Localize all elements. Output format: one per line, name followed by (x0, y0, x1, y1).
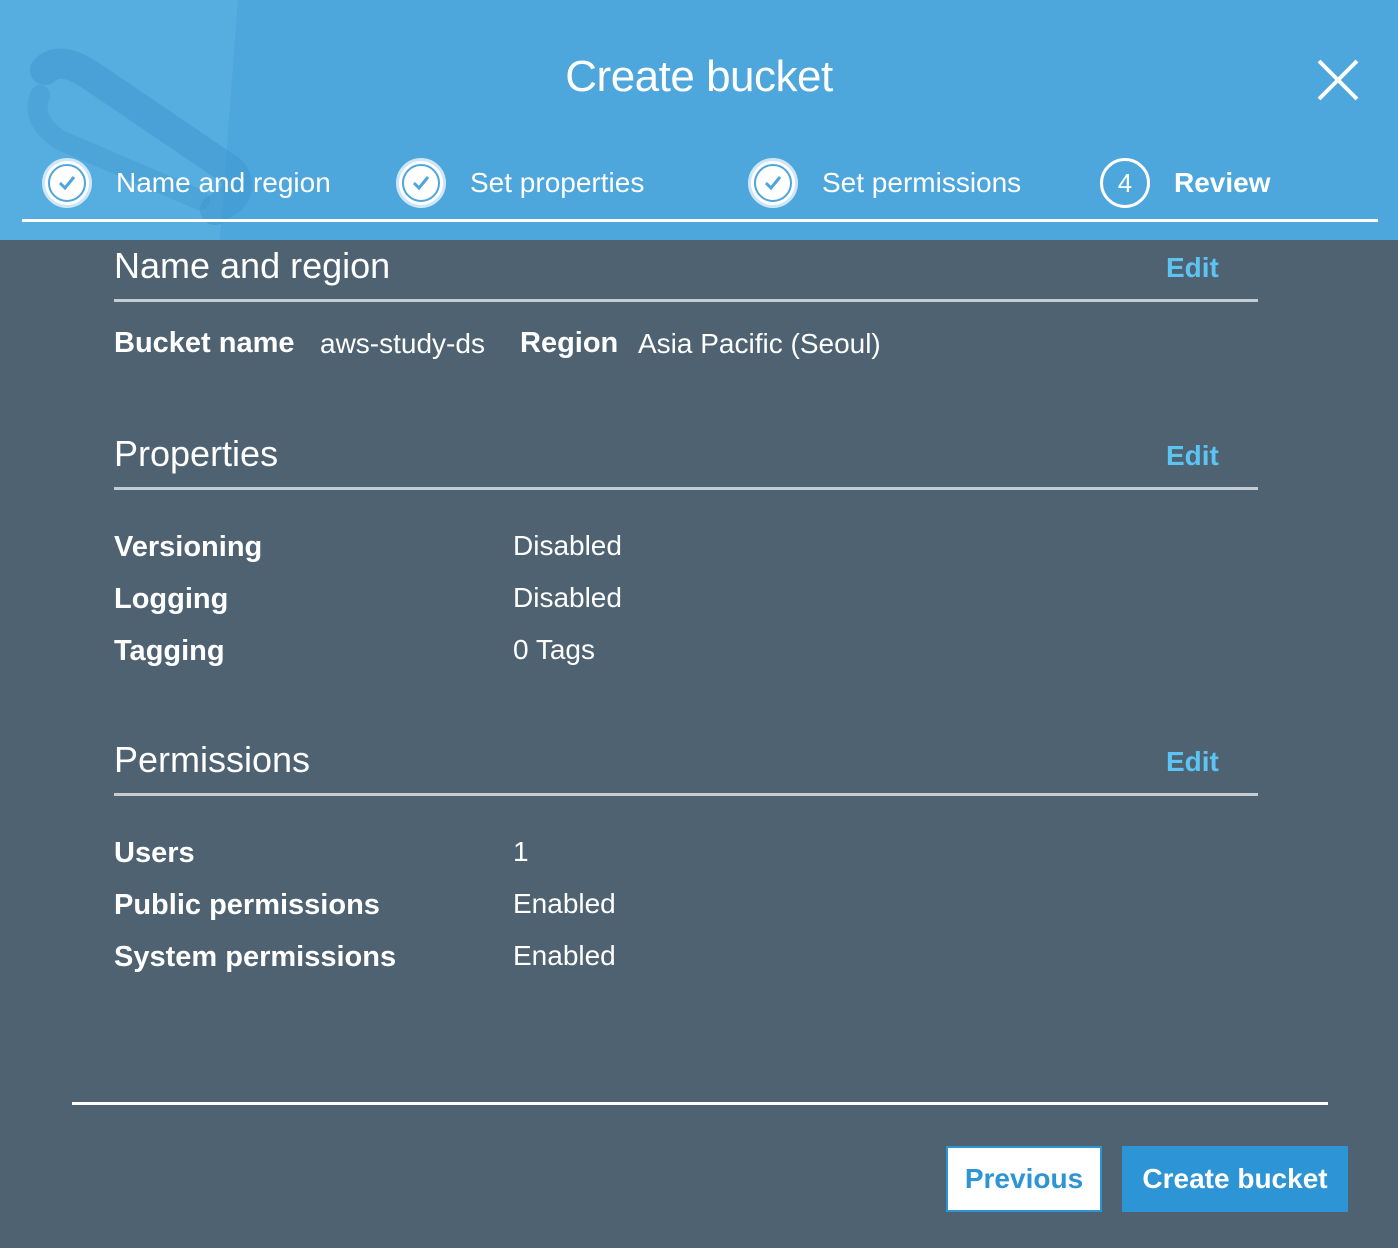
bucket-name-value: aws-study-ds (320, 328, 485, 359)
section-title-permissions: Permissions (114, 739, 311, 780)
step-label: Review (1174, 167, 1271, 198)
step-set-properties[interactable]: Set properties (396, 155, 644, 211)
wizard-steps: Name and region Set properties Set permi… (22, 155, 1378, 222)
close-button[interactable] (1316, 58, 1360, 102)
step-set-permissions[interactable]: Set permissions (748, 155, 1021, 211)
logging-label: Logging (114, 583, 229, 615)
modal-title: Create bucket (565, 52, 833, 101)
system-permissions-value: Enabled (513, 940, 616, 971)
section-title-name-region: Name and region (114, 245, 391, 286)
check-icon (764, 176, 782, 191)
edit-permissions-link[interactable]: Edit (1166, 746, 1219, 778)
check-icon (412, 176, 430, 191)
previous-button[interactable]: Previous (946, 1146, 1102, 1212)
users-value: 1 (513, 836, 529, 867)
step-number: 4 (1100, 158, 1150, 208)
check-icon (58, 176, 76, 191)
edit-properties-link[interactable]: Edit (1166, 440, 1219, 472)
public-permissions-label: Public permissions (114, 889, 380, 921)
bucket-name-label: Bucket name (114, 327, 295, 359)
users-label: Users (114, 837, 195, 869)
footer-divider (72, 1102, 1328, 1105)
section-title-properties: Properties (114, 433, 279, 474)
section-divider (114, 299, 1258, 302)
step-review[interactable]: 4 Review (1100, 155, 1271, 211)
public-permissions-value: Enabled (513, 888, 616, 919)
versioning-value: Disabled (513, 530, 622, 561)
step-label: Set properties (470, 167, 645, 198)
step-label: Set permissions (822, 167, 1022, 198)
step-name-and-region[interactable]: Name and region (42, 155, 331, 211)
region-value: Asia Pacific (Seoul) (638, 328, 881, 359)
close-icon (1317, 59, 1359, 101)
tagging-label: Tagging (114, 635, 225, 667)
section-divider (114, 487, 1258, 490)
system-permissions-label: System permissions (114, 941, 397, 973)
tagging-value: 0 Tags (513, 634, 595, 665)
logging-value: Disabled (513, 582, 622, 613)
region-label: Region (520, 327, 619, 359)
create-bucket-button[interactable]: Create bucket (1122, 1146, 1348, 1212)
versioning-label: Versioning (114, 531, 263, 563)
step-label: Name and region (116, 167, 331, 198)
edit-name-region-link[interactable]: Edit (1166, 252, 1219, 284)
modal-header: Create bucket Name and region Set proper… (0, 0, 1398, 240)
section-divider (114, 793, 1258, 796)
